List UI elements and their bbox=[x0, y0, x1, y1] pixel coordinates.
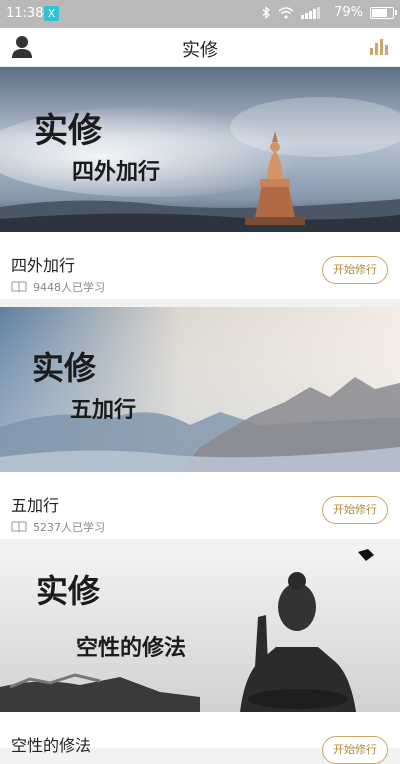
course-card[interactable]: 实修 五加行 五加行 5237人已学习 开始修行 bbox=[0, 307, 400, 539]
course-name: 空性的修法 bbox=[11, 736, 92, 755]
course-banner-image[interactable]: 实修 五加行 bbox=[0, 307, 400, 472]
battery-percent: 79% bbox=[334, 5, 363, 20]
start-practice-button[interactable]: 开始修行 bbox=[322, 256, 388, 284]
banner-subtitle: 空性的修法 bbox=[76, 635, 186, 661]
course-learners: 5237人已学习 bbox=[11, 519, 105, 535]
status-right: 79% bbox=[262, 5, 397, 20]
bluetooth-icon bbox=[262, 6, 271, 19]
course-banner-image[interactable]: 实修 空性的修法 bbox=[0, 547, 400, 712]
course-name: 四外加行 bbox=[11, 256, 76, 275]
signal-icon bbox=[301, 6, 321, 19]
bar-chart-icon[interactable] bbox=[369, 36, 389, 56]
app-header: 实修 bbox=[0, 28, 400, 67]
book-icon bbox=[11, 281, 27, 293]
course-name: 五加行 bbox=[11, 496, 60, 515]
banner-title: 实修 bbox=[34, 111, 103, 151]
app-notification-icon: X bbox=[44, 6, 59, 21]
banner-title: 实修 bbox=[36, 572, 101, 610]
book-icon bbox=[11, 521, 27, 533]
learner-count: 5237人已学习 bbox=[33, 521, 105, 534]
banner-subtitle: 四外加行 bbox=[72, 159, 160, 185]
banner-title: 实修 bbox=[32, 349, 97, 387]
status-time: 11:38 bbox=[6, 6, 44, 21]
learner-count: 9448人已学习 bbox=[33, 281, 105, 294]
status-bar: 11:38 X 79% bbox=[0, 0, 400, 28]
course-learners: 9448人已学习 bbox=[11, 279, 105, 295]
start-practice-button[interactable]: 开始修行 bbox=[322, 736, 388, 764]
start-practice-button[interactable]: 开始修行 bbox=[322, 496, 388, 524]
page-title: 实修 bbox=[182, 40, 218, 61]
course-card[interactable]: 实修 空性的修法 空性的修法 开始修行 bbox=[0, 547, 400, 764]
battery-icon bbox=[370, 6, 397, 19]
course-banner-image[interactable]: 实修 四外加行 bbox=[0, 67, 400, 232]
banner-subtitle: 五加行 bbox=[70, 397, 136, 423]
course-card[interactable]: 实修 四外加行 四外加行 9448人已学习 开始修行 bbox=[0, 67, 400, 299]
wifi-icon bbox=[278, 6, 294, 19]
